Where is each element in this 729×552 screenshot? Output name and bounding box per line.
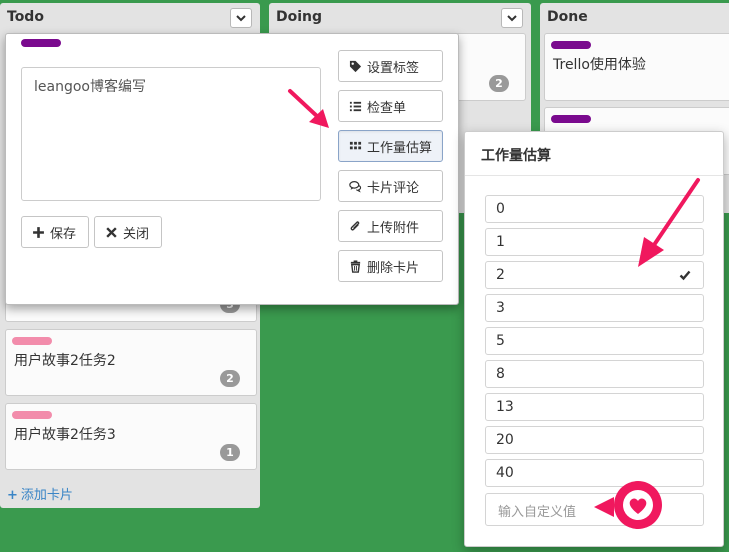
todo-card[interactable]: 用户故事2任务3 1: [5, 403, 257, 470]
card-badge: 2: [220, 370, 240, 387]
plus-icon: +: [7, 488, 18, 503]
estimate-option-value: 20: [496, 432, 514, 448]
estimate-option-value: 40: [496, 465, 514, 481]
column-title: Todo: [7, 9, 44, 25]
estimate-option-value: 0: [496, 201, 505, 217]
card-title: 用户故事2任务2: [14, 353, 116, 369]
card-description-input[interactable]: leangoo博客编写: [21, 67, 321, 201]
estimate-option-value: 5: [496, 333, 505, 349]
delete-button[interactable]: 删除卡片: [338, 250, 443, 282]
column-header: Todo: [0, 3, 260, 33]
plus-icon: [33, 226, 44, 238]
card-label: [12, 337, 52, 345]
comments-icon: [349, 180, 362, 193]
estimate-option-value: 1: [496, 234, 505, 250]
estimate-option-value: 3: [496, 300, 505, 316]
estimate-option[interactable]: 8: [485, 360, 704, 388]
save-label: 保存: [50, 226, 77, 242]
chevron-down-icon: [236, 15, 246, 22]
set-label-text: 设置标签: [367, 60, 420, 76]
card-title: Trello使用体验: [553, 57, 646, 73]
column-menu-button[interactable]: [501, 8, 523, 28]
add-card-label: 添加卡片: [20, 488, 73, 503]
estimate-option[interactable]: 20: [485, 426, 704, 454]
estimate-option-value: 13: [496, 399, 514, 415]
estimate-button[interactable]: 工作量估算: [338, 130, 443, 162]
set-label-button[interactable]: 设置标签: [338, 50, 443, 82]
estimate-popup-title: 工作量估算: [465, 132, 723, 176]
times-icon: [106, 226, 117, 238]
card-label: [21, 39, 61, 47]
comment-button[interactable]: 卡片评论: [338, 170, 443, 202]
comment-text: 卡片评论: [367, 180, 420, 196]
column-title: Doing: [276, 9, 323, 25]
column-header: Doing: [269, 3, 531, 33]
card-label: [551, 115, 591, 123]
list-icon: [349, 101, 362, 111]
column-title: Done: [547, 9, 588, 25]
grid-icon: [349, 141, 362, 149]
heart-icon: [594, 481, 662, 529]
trash-icon: [350, 259, 361, 273]
close-label: 关闭: [123, 226, 150, 242]
save-button[interactable]: 保存: [21, 216, 89, 248]
add-card-link[interactable]: + 添加卡片: [7, 484, 73, 503]
estimate-text: 工作量估算: [367, 140, 433, 156]
column-header: Done: [540, 3, 729, 33]
done-card[interactable]: Trello使用体验: [544, 33, 729, 101]
card-badge: 2: [489, 75, 509, 92]
estimate-option[interactable]: 5: [485, 327, 704, 355]
chevron-down-icon: [507, 15, 517, 22]
attach-button[interactable]: 上传附件: [338, 210, 443, 242]
attach-text: 上传附件: [367, 220, 420, 236]
checklist-button[interactable]: 检查单: [338, 90, 443, 122]
tag-icon: [349, 60, 362, 72]
checklist-text: 检查单: [367, 100, 407, 116]
estimate-option[interactable]: 0: [485, 195, 704, 223]
card-detail-popup: leangoo博客编写 保存 关闭 设置标签 检查单 工作量估算 卡片评论 上传…: [5, 33, 459, 305]
estimate-option[interactable]: 13: [485, 393, 704, 421]
card-label: [12, 411, 52, 419]
card-label: [551, 41, 591, 49]
card-title: 用户故事2任务3: [14, 427, 116, 443]
estimate-option-value: 8: [496, 366, 505, 382]
estimate-option[interactable]: 1: [485, 228, 704, 256]
column-menu-button[interactable]: [230, 8, 252, 28]
card-badge: 1: [220, 444, 240, 461]
estimate-option[interactable]: 3: [485, 294, 704, 322]
check-icon: [679, 270, 691, 281]
paperclip-icon: [350, 220, 360, 230]
estimate-option-selected[interactable]: 2: [485, 261, 704, 289]
close-button[interactable]: 关闭: [94, 216, 162, 248]
todo-card[interactable]: 用户故事2任务2 2: [5, 329, 257, 396]
estimate-option-value: 2: [496, 267, 505, 283]
delete-text: 删除卡片: [367, 260, 420, 276]
